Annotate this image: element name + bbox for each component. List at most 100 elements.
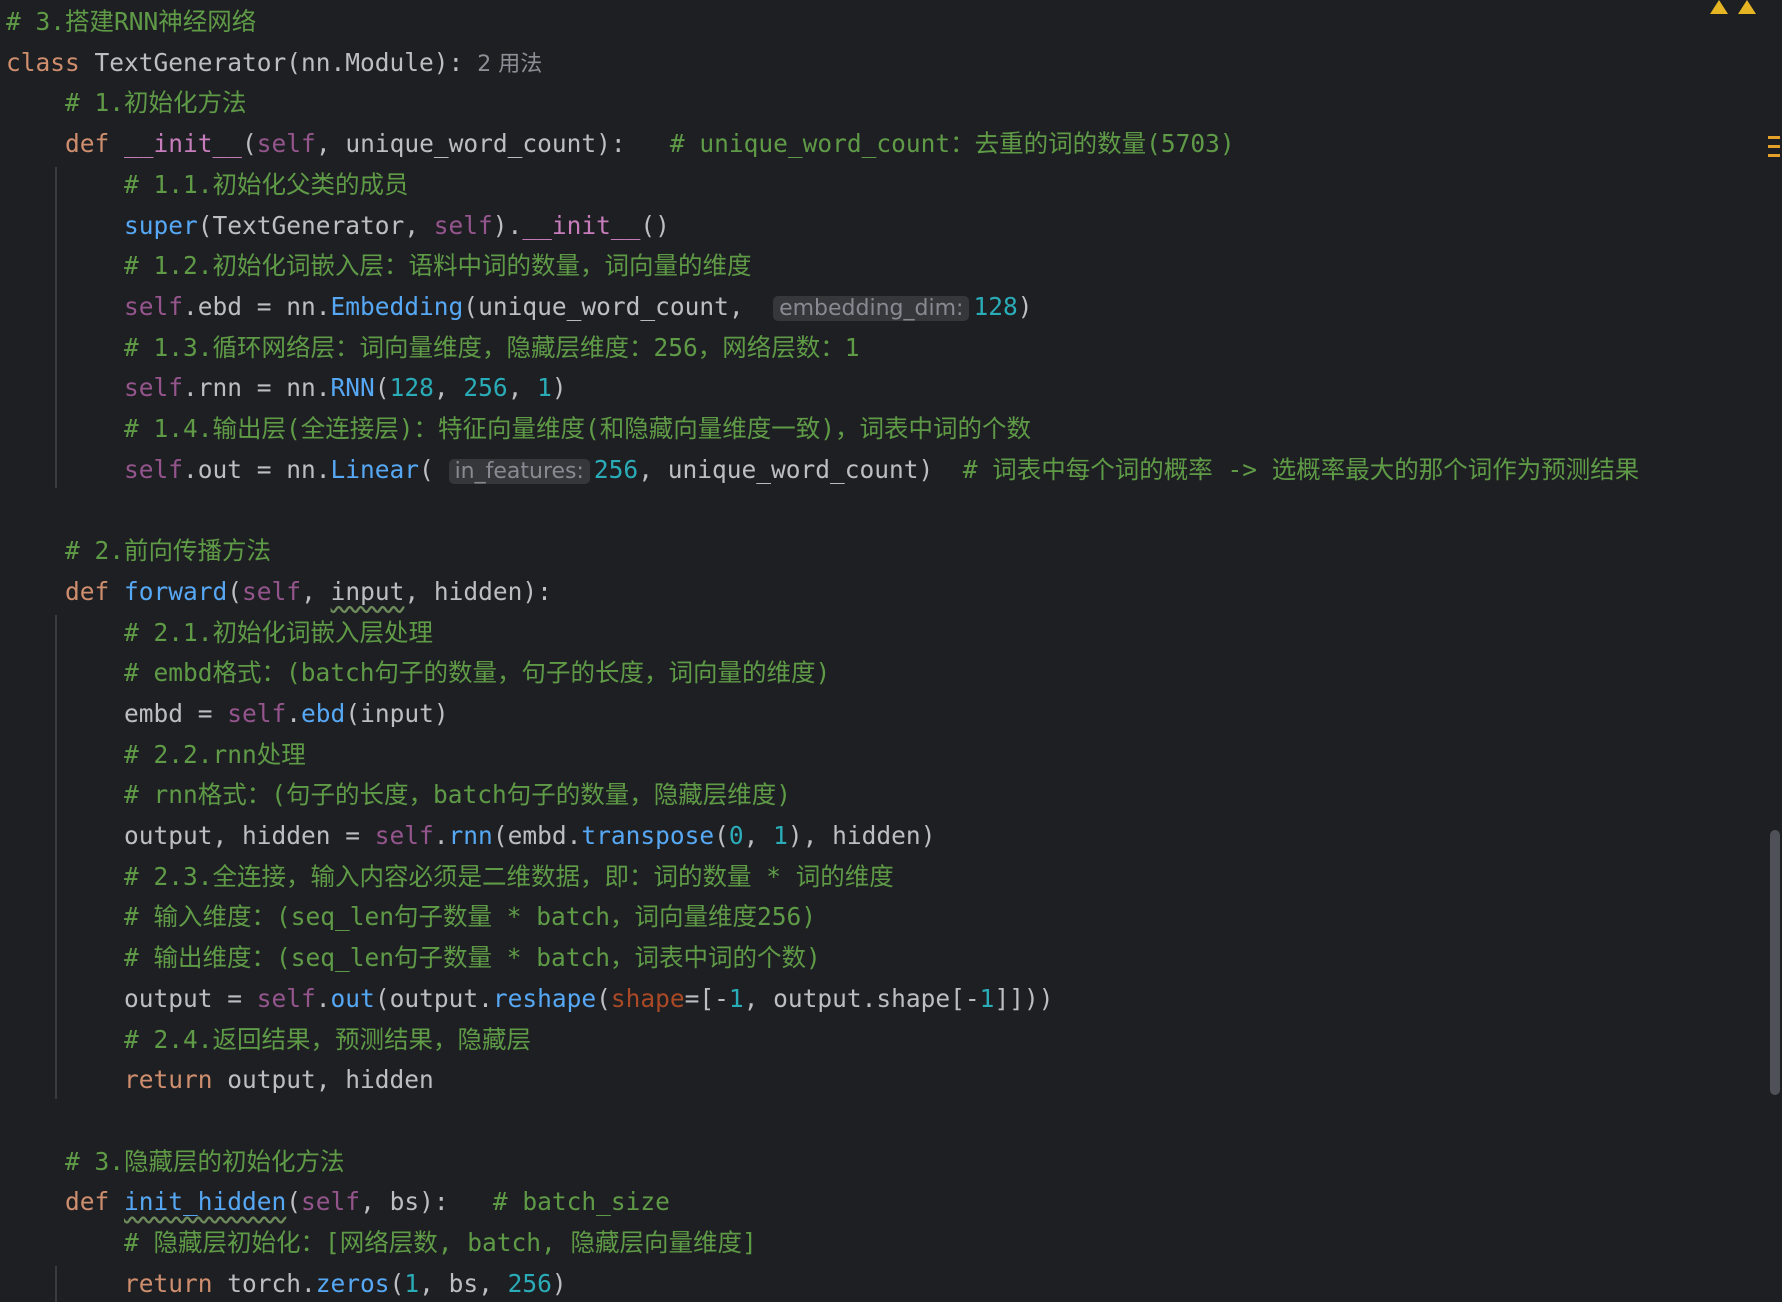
code-line[interactable]: # 隐藏层初始化：[网络层数, batch, 隐藏层向量维度] [124,1223,757,1263]
code-token: . [315,983,331,1013]
code-line[interactable]: # 1.1.初始化父类的成员 [124,165,409,205]
code-line[interactable]: # 2.2.rnn处理 [124,735,306,775]
code-token: 0 [728,821,744,850]
code-token: ) [918,454,963,484]
code-line[interactable]: self.ebd = nn.Embedding(unique_word_coun… [124,287,1032,327]
code-line[interactable]: # 2.前向传播方法 [65,531,271,571]
code-line[interactable]: def __init__(self, unique_word_count): #… [65,124,1235,164]
code-token: . [286,698,302,728]
code-token: ( [596,983,611,1013]
code-token: 256 [507,1268,552,1298]
indent-guide [55,614,57,1099]
code-line[interactable]: # 3.隐藏层的初始化方法 [65,1142,345,1182]
code-line[interactable]: super(TextGenerator, self).__init__() [124,206,670,246]
code-token: def [65,1187,125,1217]
code-token: ) [551,1268,567,1298]
usages-hint[interactable]: 2 用法 [463,52,542,77]
code-token: hidden [433,576,523,606]
code-token: (TextGenerator, [197,210,434,240]
code-line[interactable]: # 输出维度：(seq_len句子数量 * batch，词表中词的个数) [124,938,821,978]
code-token: embd = [124,698,228,728]
code-line[interactable]: output, hidden = self.rnn(embd.transpose… [124,816,935,856]
inspection-widget[interactable] [1710,0,1756,14]
code-editor[interactable]: # 3.搭建RNN神经网络 class TextGenerator(nn.Modu… [0,0,1760,1302]
warning-icon[interactable] [1710,0,1728,14]
code-token: (nn.Module): [286,47,464,77]
code-line[interactable]: def init_hidden(self, bs): # batch_size [65,1182,670,1222]
code-token: Embedding [330,291,464,321]
warning-marker[interactable] [1768,154,1780,157]
code-line[interactable]: output = self.out(output.reshape(shape=[… [124,979,1053,1019]
code-comment: # rnn格式：(句子的长度，batch句子的数量，隐藏层维度) [124,780,792,810]
code-line[interactable]: # embd格式：(batch句子的数量，句子的长度，词向量的维度) [124,653,830,693]
code-token: ) [920,821,936,850]
code-line[interactable]: # 1.初始化方法 [65,83,247,123]
warning-marker[interactable] [1768,145,1780,148]
error-stripe[interactable] [1768,136,1780,163]
code-comment: # batch_size [492,1187,670,1217]
code-token: , [728,291,774,321]
code-token: ( [714,821,729,850]
code-comment: # unique_word_count：去重的词的数量(5703) [669,129,1235,159]
warning-marker[interactable] [1768,136,1780,139]
code-token: ( [345,698,361,728]
code-token: ): [419,1187,493,1217]
vertical-scrollbar-thumb[interactable] [1770,830,1780,1095]
code-token: ) [433,698,449,728]
code-token: ( [227,576,243,606]
code-token: ) [551,373,567,403]
code-line[interactable]: # 1.3.循环网络层：词向量维度，隐藏层维度：256，网络层数：1 [124,328,860,368]
code-line[interactable]: # 1.4.输出层(全连接层)：特征向量维度(和隐藏向量维度一致)，词表中词的个… [124,409,1031,449]
code-line[interactable]: # rnn格式：(句子的长度，batch句子的数量，隐藏层维度) [124,775,791,815]
code-token: RNN [330,373,375,403]
code-token: __init__ [124,129,243,159]
code-token: self [124,373,184,403]
code-token: output, [227,1065,346,1095]
code-line[interactable]: # 2.1.初始化词嵌入层处理 [124,613,433,653]
code-token: ( [419,454,449,484]
code-token: 1 [979,983,995,1013]
code-token: out [330,983,375,1013]
code-token: 256 [463,373,508,403]
indent-guide [55,1265,57,1302]
code-line[interactable]: self.rnn = nn.RNN(128, 256, 1) [124,368,567,408]
code-line[interactable]: class TextGenerator(nn.Module): 2 用法 [6,43,542,83]
code-line[interactable]: # 2.4.返回结果，预测结果，隐藏层 [124,1020,531,1060]
code-comment: # 2.2.rnn处理 [124,739,306,769]
code-token: , [404,576,434,606]
code-token: rnn [448,821,493,850]
code-token: input [330,576,405,606]
code-token: , [433,373,464,403]
code-line[interactable]: def forward(self, input, hidden): [65,572,552,612]
code-line[interactable]: self.out = nn.Linear( in_features: 256, u… [124,450,1639,490]
code-line[interactable]: return torch.zeros(1, bs, 256) [124,1264,567,1302]
code-line[interactable]: return output, hidden [124,1060,434,1100]
code-line[interactable]: # 1.2.初始化词嵌入层：语料中词的数量，词向量的维度 [124,246,752,286]
code-line[interactable]: embd = self.ebd(input) [124,694,449,734]
code-token: 1 [404,1268,420,1298]
code-token: output, hidden = [124,821,375,850]
code-token: .rnn = nn. [183,373,331,403]
code-line[interactable]: # 3.搭建RNN神经网络 [6,2,256,42]
code-token: ). [492,210,523,240]
code-token: 1 [537,373,552,403]
code-comment: # 1.2.初始化词嵌入层：语料中词的数量，词向量的维度 [124,251,752,281]
code-line[interactable]: # 输入维度：(seq_len句子数量 * batch，词向量维度256) [124,897,816,937]
code-line[interactable]: # 2.3.全连接，输入内容必须是二维数据，即：词的数量 * 词的维度 [124,857,894,897]
code-token: . [433,821,449,850]
code-token: .ebd = nn. [183,291,331,321]
weak-warning-icon[interactable] [1738,0,1756,14]
code-token: transpose [581,821,715,850]
code-token: shape [610,983,685,1013]
code-comment: # 隐藏层初始化：[网络层数, batch, 隐藏层向量维度] [124,1228,757,1257]
parameter-inlay-hint[interactable]: in_features: [448,458,590,484]
code-token: self [256,983,316,1013]
code-token: ebd [301,698,346,728]
code-token: , output.shape[- [743,983,980,1013]
code-token: 128 [973,291,1018,321]
parameter-inlay-hint[interactable]: embedding_dim: [773,295,970,321]
code-token: self [256,129,316,159]
code-token: __init__ [522,210,641,240]
code-token: bs [389,1187,420,1217]
code-comment: # 2.4.返回结果，预测结果，隐藏层 [124,1024,532,1054]
